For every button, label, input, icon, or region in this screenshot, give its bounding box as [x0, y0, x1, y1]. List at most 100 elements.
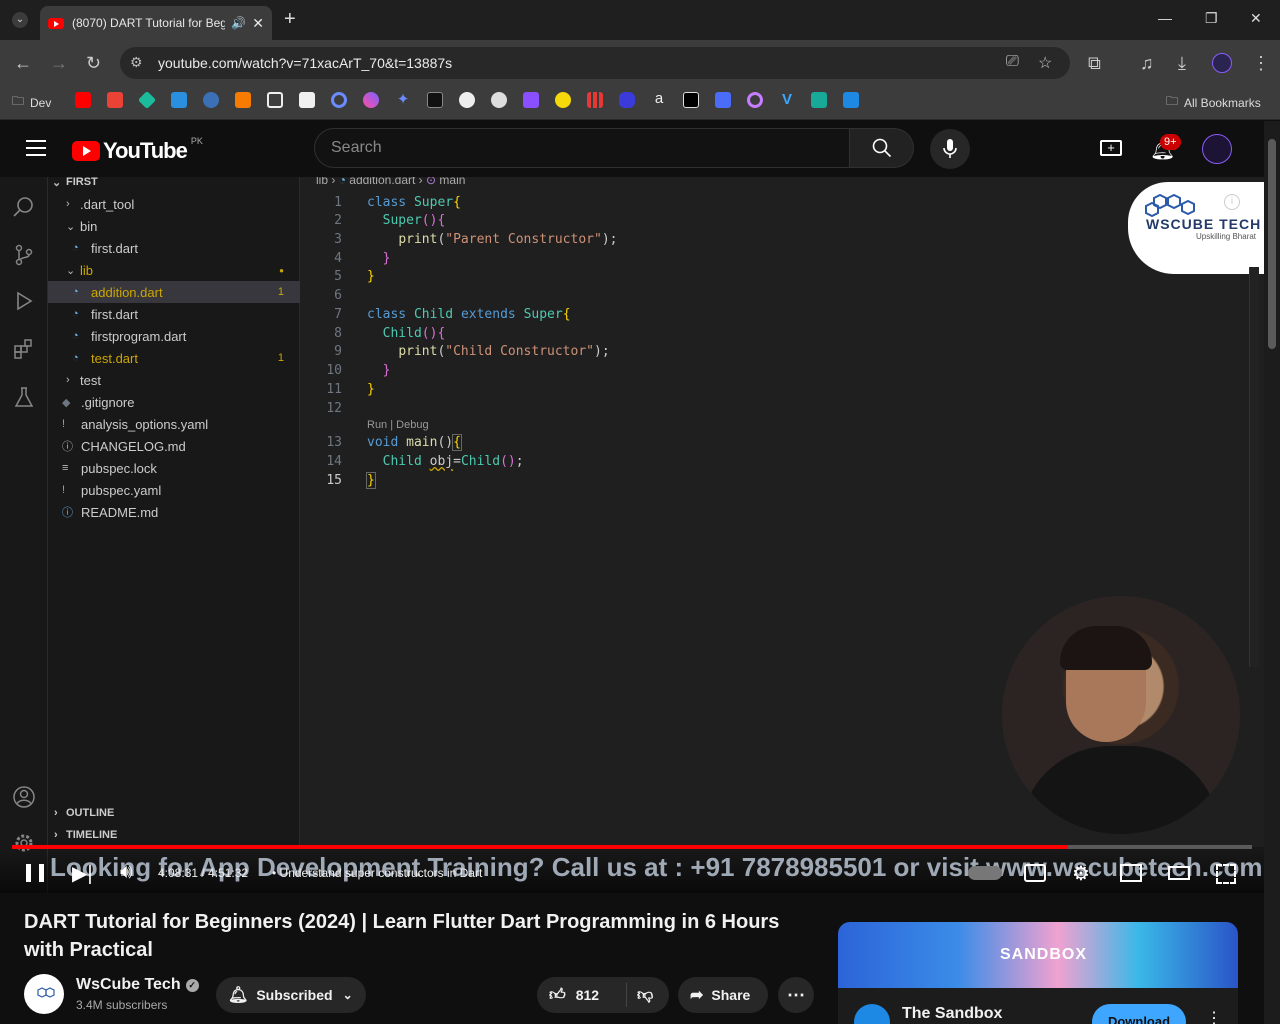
tab-list-icon[interactable]: ⌄	[12, 12, 28, 28]
video-scrollbar[interactable]	[1249, 267, 1259, 667]
bookmark-grid-icon[interactable]	[587, 92, 603, 108]
back-icon[interactable]: ←	[14, 53, 32, 74]
ad-download-button[interactable]: Download	[1092, 1004, 1186, 1024]
tree-item: ◔ first.dart	[48, 303, 300, 325]
reload-icon[interactable]: ↻	[86, 53, 101, 74]
share-label: Share	[711, 987, 751, 1003]
tree-item-label: .dart_tool	[80, 196, 135, 212]
bookmark-sparkle-icon[interactable]: ✦	[395, 92, 411, 108]
bookmark-swirl-icon[interactable]	[747, 92, 763, 108]
search-input[interactable]: Search	[314, 128, 850, 168]
forward-icon[interactable]: →	[50, 53, 68, 74]
browser-tab[interactable]: (8070) DART Tutorial for Beg 🔊 ✕	[40, 6, 272, 40]
site-info-icon[interactable]: ⚙	[130, 54, 143, 71]
miniplayer-button[interactable]	[1120, 864, 1142, 882]
next-button[interactable]: ▶︎|	[72, 861, 93, 886]
channel-avatar[interactable]	[24, 974, 64, 1014]
bookmark-openai-icon[interactable]	[299, 92, 315, 108]
restore-icon[interactable]: ❐	[1205, 10, 1218, 27]
dislike-button[interactable]: 👎︎	[627, 986, 653, 1005]
create-video-icon[interactable]: +	[1100, 140, 1122, 156]
line-number: 15	[326, 473, 342, 488]
outline-label: OUTLINE	[66, 807, 115, 819]
channel-name-text: WsCube Tech	[76, 976, 181, 993]
bookmark-ring-icon[interactable]	[331, 92, 347, 108]
minimize-icon[interactable]: —	[1158, 10, 1172, 26]
speaker-icon[interactable]: 🔊	[231, 16, 246, 30]
video-player[interactable]: ⌄ FIRST › .dart_tool ⌄ bin ◔ first.dart ⌄ lib…	[0, 177, 1264, 893]
bookmark-purple-icon[interactable]	[523, 92, 539, 108]
bookmark-folder-dev[interactable]: 🗀 Dev	[12, 92, 51, 113]
more-actions-button[interactable]: ⋯	[778, 977, 814, 1013]
media-controls-icon[interactable]: ♫	[1140, 53, 1154, 74]
bookmark-lemon-icon[interactable]	[555, 92, 571, 108]
voice-search-button[interactable]	[930, 129, 970, 169]
tree-item: ⓘ README.md	[48, 501, 300, 523]
subtitles-button[interactable]	[1024, 864, 1046, 882]
like-button[interactable]: 👍︎ 812	[537, 983, 627, 1007]
bookmark-shield-icon[interactable]	[715, 92, 731, 108]
bookmark-wordpress-icon[interactable]	[491, 92, 507, 108]
tab-close-icon[interactable]: ✕	[252, 15, 264, 32]
bookmark-teal-icon[interactable]	[811, 92, 827, 108]
share-button[interactable]: ➦ Share	[678, 977, 768, 1013]
search-icon	[872, 138, 891, 158]
bookmark-github-icon[interactable]	[459, 92, 475, 108]
info-icon[interactable]: i	[1224, 194, 1240, 210]
bookmark-hex-icon[interactable]	[171, 92, 187, 108]
ad-menu-icon[interactable]: ⋮	[1206, 1008, 1222, 1024]
bookmark-gmail-icon[interactable]	[107, 92, 123, 108]
bookmark-square-icon[interactable]	[267, 92, 283, 108]
channel-name[interactable]: WsCube Tech ✓	[76, 976, 199, 994]
video-progress-bar[interactable]	[12, 845, 1252, 849]
extensions-icon[interactable]: ⧉	[1088, 53, 1101, 74]
search-button[interactable]	[850, 128, 914, 168]
subscribed-button[interactable]: 🔔︎ Subscribed ⌄	[216, 977, 366, 1013]
browser-tab-strip: ⌄ (8070) DART Tutorial for Beg 🔊 ✕ + — ❐…	[0, 0, 1280, 40]
close-window-icon[interactable]: ✕	[1250, 10, 1262, 27]
downloads-icon[interactable]: ⤓	[1178, 53, 1186, 74]
bookmark-terminal-icon[interactable]	[683, 92, 699, 108]
bookmark-cloud-icon[interactable]	[203, 92, 219, 108]
bookmark-star-icon[interactable]: ☆	[1038, 53, 1052, 73]
modified-dot-icon: ●	[279, 265, 284, 275]
install-app-icon[interactable]: ⎚	[1006, 53, 1019, 71]
tree-item-label: lib	[80, 262, 94, 278]
code-line: }	[382, 363, 391, 378]
theater-mode-button[interactable]	[1168, 866, 1190, 880]
verified-icon: ✓	[185, 978, 199, 992]
bookmark-amazon-icon[interactable]: a	[651, 91, 667, 108]
fullscreen-button[interactable]	[1216, 864, 1236, 884]
bookmark-youtube-icon[interactable]	[75, 92, 91, 108]
line-number: 5	[334, 269, 342, 284]
subscribed-label: Subscribed	[256, 987, 333, 1003]
bookmark-orange-icon[interactable]	[235, 92, 251, 108]
address-bar[interactable]: ⚙ youtube.com/watch?v=71xacArT_70&t=1388…	[120, 47, 1070, 79]
all-bookmarks[interactable]: 🗀 All Bookmarks	[1166, 92, 1261, 113]
volume-button[interactable]: 🔊︎	[120, 861, 133, 884]
tree-item-label: first.dart	[91, 240, 138, 256]
hamburger-menu-icon[interactable]	[26, 140, 46, 156]
youtube-logo[interactable]: YouTube PK	[72, 136, 203, 164]
bookmark-bolt-icon[interactable]	[843, 92, 859, 108]
menu-kebab-icon[interactable]: ⋮	[1252, 53, 1270, 74]
bookmark-gradient-icon[interactable]	[363, 92, 379, 108]
code-line: Super(){	[382, 213, 446, 228]
bookmark-dark-icon[interactable]	[427, 92, 443, 108]
autoplay-toggle[interactable]	[968, 866, 1002, 880]
bookmark-blue-pill-icon[interactable]	[619, 92, 635, 108]
tree-item: ◔ addition.dart 1	[48, 281, 300, 303]
new-tab-button[interactable]: +	[284, 8, 296, 31]
sponsored-ad-card[interactable]: SANDBOX The Sandbox Download ⋮	[838, 922, 1238, 1024]
account-avatar[interactable]	[1202, 134, 1232, 164]
line-number: 13	[326, 435, 342, 450]
page-scrollbar[interactable]	[1264, 121, 1280, 1024]
bookmarks-bar	[0, 86, 1280, 120]
code-line: print("Parent Constructor");	[398, 232, 618, 247]
chapter-title[interactable]: • Understand super constructors in Dart	[272, 866, 482, 880]
settings-button[interactable]: ⚙︎	[1072, 861, 1090, 886]
profile-avatar[interactable]	[1212, 53, 1232, 73]
pause-button[interactable]	[26, 864, 44, 882]
bookmark-v-icon[interactable]: V	[779, 92, 795, 108]
tree-item: ◔ test.dart 1	[48, 347, 300, 369]
